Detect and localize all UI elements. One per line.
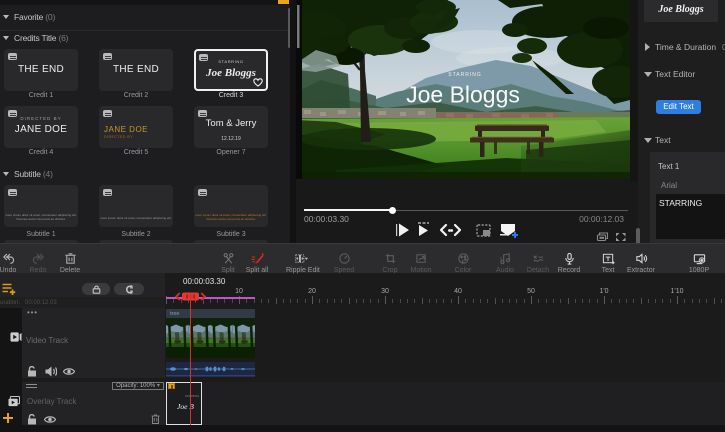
svg-text:Joe Bloggs: Joe Bloggs [406,82,520,108]
svg-text:STARRING: STARRING [448,72,481,78]
